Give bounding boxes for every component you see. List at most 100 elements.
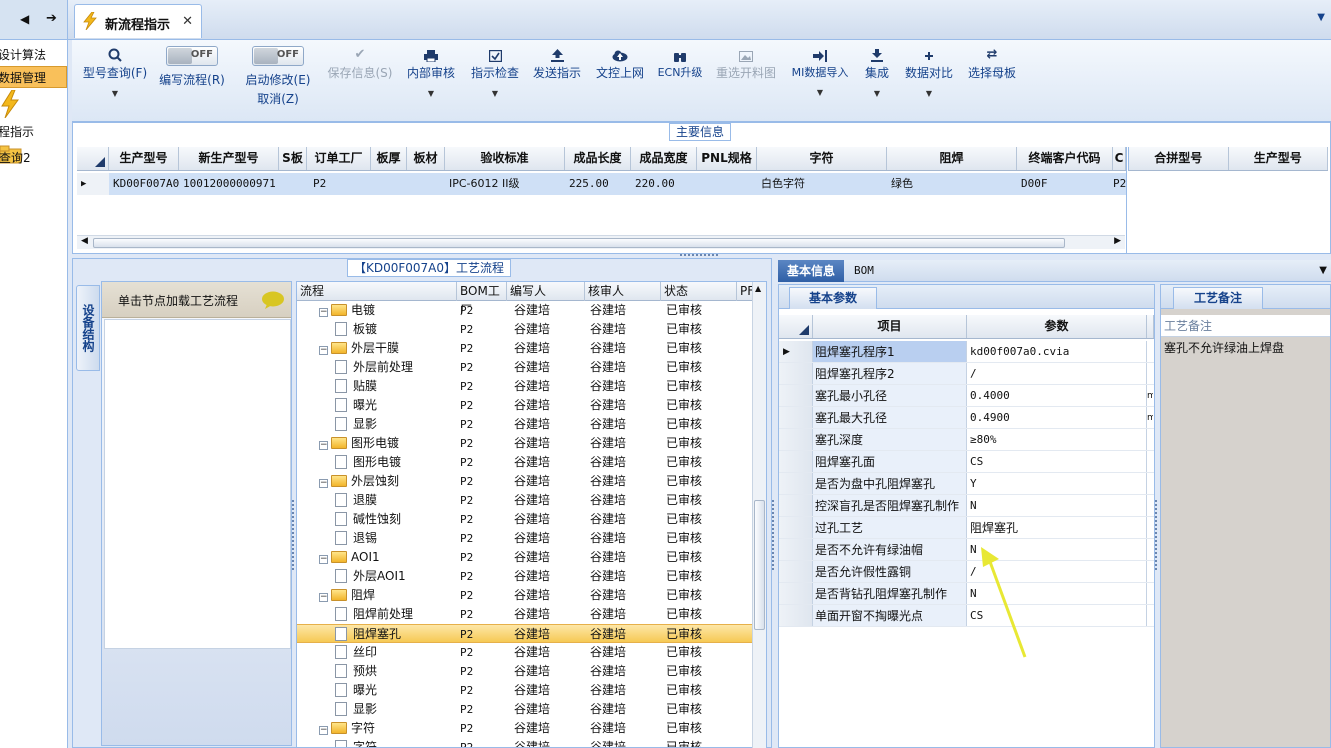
- tree-node[interactable]: − 外层干膜: [319, 339, 399, 358]
- tree-node[interactable]: 曝光: [335, 396, 377, 415]
- tree-row[interactable]: 阻焊塞孔 P2 谷建培 谷建培 已审核: [297, 624, 753, 643]
- collapse-icon[interactable]: −: [319, 555, 328, 564]
- tree-row[interactable]: 显影 P2 谷建培 谷建培 已审核: [297, 415, 753, 434]
- param-value[interactable]: /: [967, 363, 1147, 384]
- param-row[interactable]: 塞孔最大孔径0.4900mm: [779, 407, 1154, 429]
- nav-item-data-management[interactable]: 数据管理: [0, 66, 67, 88]
- param-value[interactable]: ≥80%: [967, 429, 1147, 450]
- select-mother-button[interactable]: ⇄ 选择母板: [964, 40, 1020, 122]
- tree-vertical-scrollbar[interactable]: ▲: [752, 282, 766, 748]
- write-flow-toggle[interactable]: OFF 编写流程(R): [156, 40, 228, 122]
- param-value[interactable]: kd00f007a0.cvia: [967, 341, 1147, 362]
- chevron-down-icon[interactable]: ▼: [860, 89, 894, 98]
- param-value[interactable]: N: [967, 495, 1147, 516]
- param-row[interactable]: 塞孔最小孔径0.4000mm: [779, 385, 1154, 407]
- node-list[interactable]: [104, 319, 291, 649]
- tree-row[interactable]: 预烘 P2 谷建培 谷建培 已审核: [297, 662, 753, 681]
- param-row[interactable]: 塞孔深度 ≥80%: [779, 429, 1154, 451]
- col-header[interactable]: 合拼型号: [1129, 147, 1229, 170]
- chevron-down-icon[interactable]: ▼: [1319, 265, 1327, 276]
- close-icon[interactable]: ✕: [182, 14, 193, 29]
- col-header[interactable]: 终端客户代码: [1017, 147, 1113, 170]
- col-header[interactable]: 板厚: [371, 147, 407, 170]
- ecn-upgrade-button[interactable]: ECN升级: [654, 40, 706, 122]
- splitter-handle[interactable]: [772, 500, 776, 570]
- nav-query2[interactable]: 查询2: [0, 140, 67, 192]
- table-row[interactable]: ▶ KD00F007A0 10012000000971 P2 IPC-6012 …: [77, 173, 1126, 195]
- tree-row[interactable]: 字符 P2 谷建培 谷建培 已审核: [297, 738, 753, 747]
- tree-node[interactable]: 图形电镀: [335, 453, 401, 472]
- tree-node[interactable]: 碱性蚀刻: [335, 510, 401, 529]
- tree-node[interactable]: − 阻焊: [319, 586, 375, 605]
- nav-item-algorithm[interactable]: 设计算法: [0, 44, 67, 66]
- col-header[interactable]: 状态: [661, 282, 737, 301]
- collapse-icon[interactable]: −: [319, 593, 328, 602]
- col-header[interactable]: 参数: [967, 315, 1147, 338]
- col-header[interactable]: 板材: [407, 147, 445, 170]
- tree-node[interactable]: 显影: [335, 700, 377, 719]
- tab-bom[interactable]: BOM: [854, 260, 874, 282]
- chevron-down-icon[interactable]: ▼: [900, 89, 958, 98]
- cancel-label[interactable]: 取消(Z): [238, 90, 318, 107]
- tree-row[interactable]: − 电镀 P2 谷建培 谷建培 已审核: [297, 301, 753, 320]
- tree-node[interactable]: 阻焊前处理: [335, 605, 413, 624]
- param-row[interactable]: 过孔工艺 阻焊塞孔: [779, 517, 1154, 539]
- tree-row[interactable]: − 外层干膜 P2 谷建培 谷建培 已审核: [297, 339, 753, 358]
- param-row[interactable]: ▶ 阻焊塞孔程序1 kd00f007a0.cvia: [779, 341, 1154, 363]
- tree-row[interactable]: − AOI1 P2 谷建培 谷建培 已审核: [297, 548, 753, 567]
- col-header[interactable]: 成品宽度: [631, 147, 697, 170]
- col-header[interactable]: 新生产型号: [179, 147, 279, 170]
- tree-node[interactable]: 外层前处理: [335, 358, 413, 377]
- param-row[interactable]: 是否背钻孔阻焊塞孔制作 N: [779, 583, 1154, 605]
- horizontal-scrollbar[interactable]: ◀ ▶: [77, 235, 1125, 249]
- internal-review-button[interactable]: 内部审核 ▼: [404, 40, 458, 122]
- integrate-button[interactable]: 集成 ▼: [860, 40, 894, 122]
- tree-node[interactable]: − 电镀: [319, 301, 375, 320]
- chevron-down-icon[interactable]: ▼: [404, 89, 458, 98]
- tab-equipment-structure[interactable]: 设备结构: [76, 285, 100, 371]
- param-value[interactable]: Y: [967, 473, 1147, 494]
- tree-node[interactable]: 丝印: [335, 643, 377, 662]
- tree-row[interactable]: − 图形电镀 P2 谷建培 谷建培 已审核: [297, 434, 753, 453]
- scroll-thumb[interactable]: [754, 500, 765, 630]
- collapse-icon[interactable]: −: [319, 346, 328, 355]
- model-query-button[interactable]: 型号查询(F) ▼: [80, 40, 150, 122]
- tree-node[interactable]: 贴膜: [335, 377, 377, 396]
- chevron-down-icon[interactable]: ▼: [468, 89, 522, 98]
- scroll-thumb[interactable]: [93, 238, 1065, 248]
- tree-node[interactable]: 曝光: [335, 681, 377, 700]
- tree-node[interactable]: 外层AOI1: [335, 567, 406, 586]
- tree-row[interactable]: − 阻焊 P2 谷建培 谷建培 已审核: [297, 586, 753, 605]
- tree-row[interactable]: 外层AOI1 P2 谷建培 谷建培 已审核: [297, 567, 753, 586]
- col-header[interactable]: PNL规格: [697, 147, 757, 170]
- doc-upload-button[interactable]: 文控上网: [592, 40, 648, 122]
- param-row[interactable]: 是否允许假性露铜 /: [779, 561, 1154, 583]
- tree-row[interactable]: 曝光 P2 谷建培 谷建培 已审核: [297, 681, 753, 700]
- tree-node[interactable]: − 外层蚀刻: [319, 472, 399, 491]
- col-header[interactable]: 字符: [757, 147, 887, 170]
- collapse-icon[interactable]: −: [319, 308, 328, 317]
- tab-basic-info[interactable]: 基本信息: [778, 260, 844, 282]
- forward-dock-icon[interactable]: ➔: [46, 11, 57, 26]
- tree-node[interactable]: 显影: [335, 415, 377, 434]
- col-header[interactable]: PF: [737, 282, 754, 301]
- tree-node[interactable]: 退膜: [335, 491, 377, 510]
- tree-row[interactable]: 显影 P2 谷建培 谷建培 已审核: [297, 700, 753, 719]
- tree-row[interactable]: − 外层蚀刻 P2 谷建培 谷建培 已审核: [297, 472, 753, 491]
- col-header[interactable]: 成品长度: [565, 147, 631, 170]
- tree-row[interactable]: 丝印 P2 谷建培 谷建培 已审核: [297, 643, 753, 662]
- instruction-check-button[interactable]: 指示检查 ▼: [468, 40, 522, 122]
- toggle-switch[interactable]: OFF: [252, 46, 304, 66]
- col-header[interactable]: 订单工厂: [307, 147, 371, 170]
- mi-import-button[interactable]: MI数据导入 ▼: [786, 40, 854, 122]
- nav-flow-instruction[interactable]: 流程指示: [0, 88, 67, 140]
- tree-node[interactable]: 退锡: [335, 529, 377, 548]
- col-header[interactable]: 流程: [297, 282, 457, 301]
- tree-node[interactable]: 预烘: [335, 662, 377, 681]
- reselect-cut-button[interactable]: 重选开料图: [712, 40, 780, 122]
- chevron-down-icon[interactable]: ▼: [786, 88, 854, 97]
- tree-row[interactable]: 碱性蚀刻 P2 谷建培 谷建培 已审核: [297, 510, 753, 529]
- tree-node[interactable]: − AOI1: [319, 548, 380, 567]
- col-header[interactable]: 核审人: [585, 282, 661, 301]
- chevron-down-icon[interactable]: ▼: [80, 89, 150, 98]
